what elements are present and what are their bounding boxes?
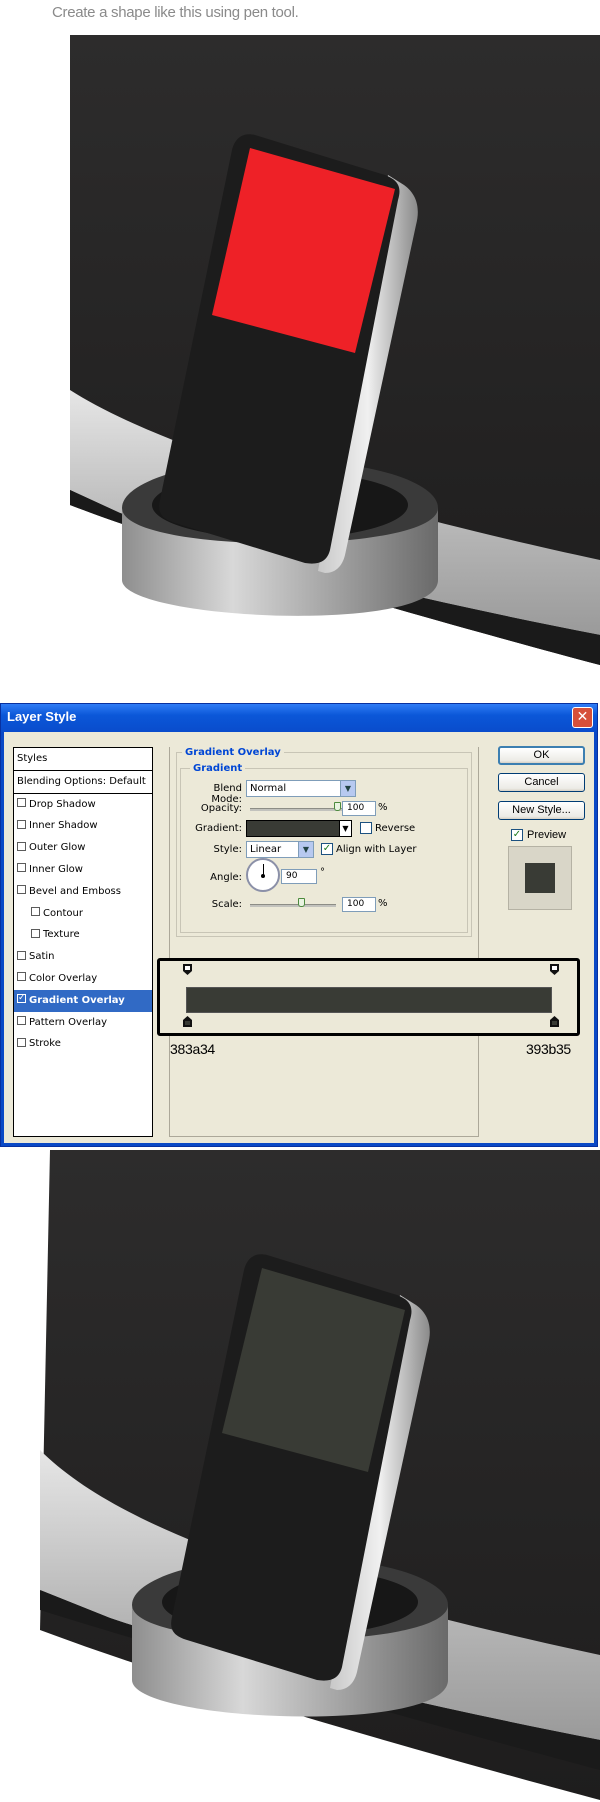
checkbox[interactable] xyxy=(17,841,26,851)
stop-left-hex: 383a34 xyxy=(170,1041,215,1057)
close-icon[interactable]: ✕ xyxy=(572,707,593,728)
style-label: Style: xyxy=(213,844,243,855)
angle-pivot xyxy=(261,874,265,878)
style-item-outer-glow[interactable]: Outer Glow xyxy=(14,837,152,859)
blend-mode-select[interactable]: Normal ▼ xyxy=(246,780,356,797)
checkmark-icon[interactable]: ✓ xyxy=(17,994,26,1004)
blend-mode-label: Blend Mode: xyxy=(211,783,242,805)
angle-degree: ° xyxy=(320,867,325,878)
angle-label: Angle: xyxy=(210,872,242,883)
align-with-layer-label: Align with Layer xyxy=(336,844,417,855)
style-item-contour[interactable]: Contour xyxy=(14,903,152,925)
style-item-inner-glow[interactable]: Inner Glow xyxy=(14,859,152,881)
checkbox[interactable] xyxy=(17,863,26,873)
preview-checkbox[interactable]: ✓ xyxy=(511,829,523,841)
checkbox[interactable] xyxy=(17,885,26,895)
illustration-before xyxy=(0,35,600,685)
scale-slider[interactable] xyxy=(250,904,336,907)
style-item-drop-shadow[interactable]: Drop Shadow xyxy=(14,794,152,816)
scale-percent: % xyxy=(378,898,388,909)
angle-input[interactable]: 90 xyxy=(281,869,317,884)
style-preview-box xyxy=(508,846,572,910)
style-item-texture[interactable]: Texture xyxy=(14,924,152,946)
gradient-preview-bar[interactable] xyxy=(186,987,552,1013)
dialog-titlebar[interactable]: Layer Style ✕ xyxy=(1,704,597,732)
scale-input[interactable]: 100 xyxy=(342,897,376,912)
style-item-pattern-overlay[interactable]: Pattern Overlay xyxy=(14,1012,152,1034)
chevron-down-icon[interactable]: ▼ xyxy=(340,781,355,796)
style-preview-swatch xyxy=(525,863,555,893)
opacity-label: Opacity: xyxy=(200,803,242,814)
checkbox[interactable] xyxy=(31,907,40,917)
align-with-layer-checkbox[interactable]: ✓ xyxy=(321,843,333,855)
checkbox[interactable] xyxy=(17,1037,26,1047)
cancel-button[interactable]: Cancel xyxy=(498,773,585,792)
preview-label: Preview xyxy=(527,829,567,841)
checkbox[interactable] xyxy=(17,819,26,829)
style-item-stroke[interactable]: Stroke xyxy=(14,1033,152,1055)
section-title: Gradient Overlay xyxy=(182,747,284,758)
style-item-color-overlay[interactable]: Color Overlay xyxy=(14,968,152,990)
new-style-button[interactable]: New Style... xyxy=(498,801,585,820)
reverse-label: Reverse xyxy=(375,823,416,834)
group-title: Gradient xyxy=(190,763,246,774)
checkbox[interactable] xyxy=(17,798,26,808)
checkbox[interactable] xyxy=(17,1016,26,1026)
chevron-down-icon[interactable]: ▼ xyxy=(339,821,351,836)
reverse-checkbox[interactable] xyxy=(360,822,372,834)
opacity-slider-thumb[interactable] xyxy=(334,802,341,811)
scale-label: Scale: xyxy=(211,899,242,910)
checkbox[interactable] xyxy=(17,972,26,982)
opacity-stop-left-icon[interactable] xyxy=(183,964,192,975)
illustration-after xyxy=(0,1150,600,1802)
gradient-editor-highlight xyxy=(157,958,580,1036)
chevron-down-icon[interactable]: ▼ xyxy=(298,842,313,857)
style-item-satin[interactable]: Satin xyxy=(14,946,152,968)
blending-options-item[interactable]: Blending Options: Default xyxy=(14,771,152,794)
gradient-overlay-panel: Gradient Overlay Gradient Blend Mode: No… xyxy=(169,747,479,1137)
style-item-inner-shadow[interactable]: Inner Shadow xyxy=(14,815,152,837)
checkbox[interactable] xyxy=(31,928,40,938)
opacity-input[interactable]: 100 xyxy=(342,801,376,816)
scale-slider-thumb[interactable] xyxy=(298,898,305,907)
angle-dial[interactable] xyxy=(246,858,280,892)
opacity-stop-right-icon[interactable] xyxy=(550,964,559,975)
gradient-picker[interactable]: ▼ xyxy=(246,820,352,837)
style-item-gradient-overlay[interactable]: ✓ Gradient Overlay xyxy=(14,989,152,1012)
opacity-slider[interactable] xyxy=(250,808,342,811)
stop-right-hex: 393b35 xyxy=(526,1041,571,1057)
checkbox[interactable] xyxy=(17,950,26,960)
style-select[interactable]: Linear ▼ xyxy=(246,841,314,858)
styles-header[interactable]: Styles xyxy=(14,748,152,771)
dialog-client: Styles Blending Options: Default Drop Sh… xyxy=(4,732,594,1143)
styles-list: Styles Blending Options: Default Drop Sh… xyxy=(13,747,153,1137)
color-stop-left-icon[interactable] xyxy=(183,1016,192,1027)
gradient-label: Gradient: xyxy=(195,823,242,834)
layer-style-dialog: Layer Style ✕ Styles Blending Options: D… xyxy=(0,703,598,1147)
ok-button[interactable]: OK xyxy=(498,746,585,765)
dialog-title: Layer Style xyxy=(7,709,77,724)
color-stop-right-icon[interactable] xyxy=(550,1016,559,1027)
instruction-caption: Create a shape like this using pen tool. xyxy=(52,4,299,21)
style-item-bevel-emboss[interactable]: Bevel and Emboss xyxy=(14,881,152,903)
opacity-percent: % xyxy=(378,802,388,813)
